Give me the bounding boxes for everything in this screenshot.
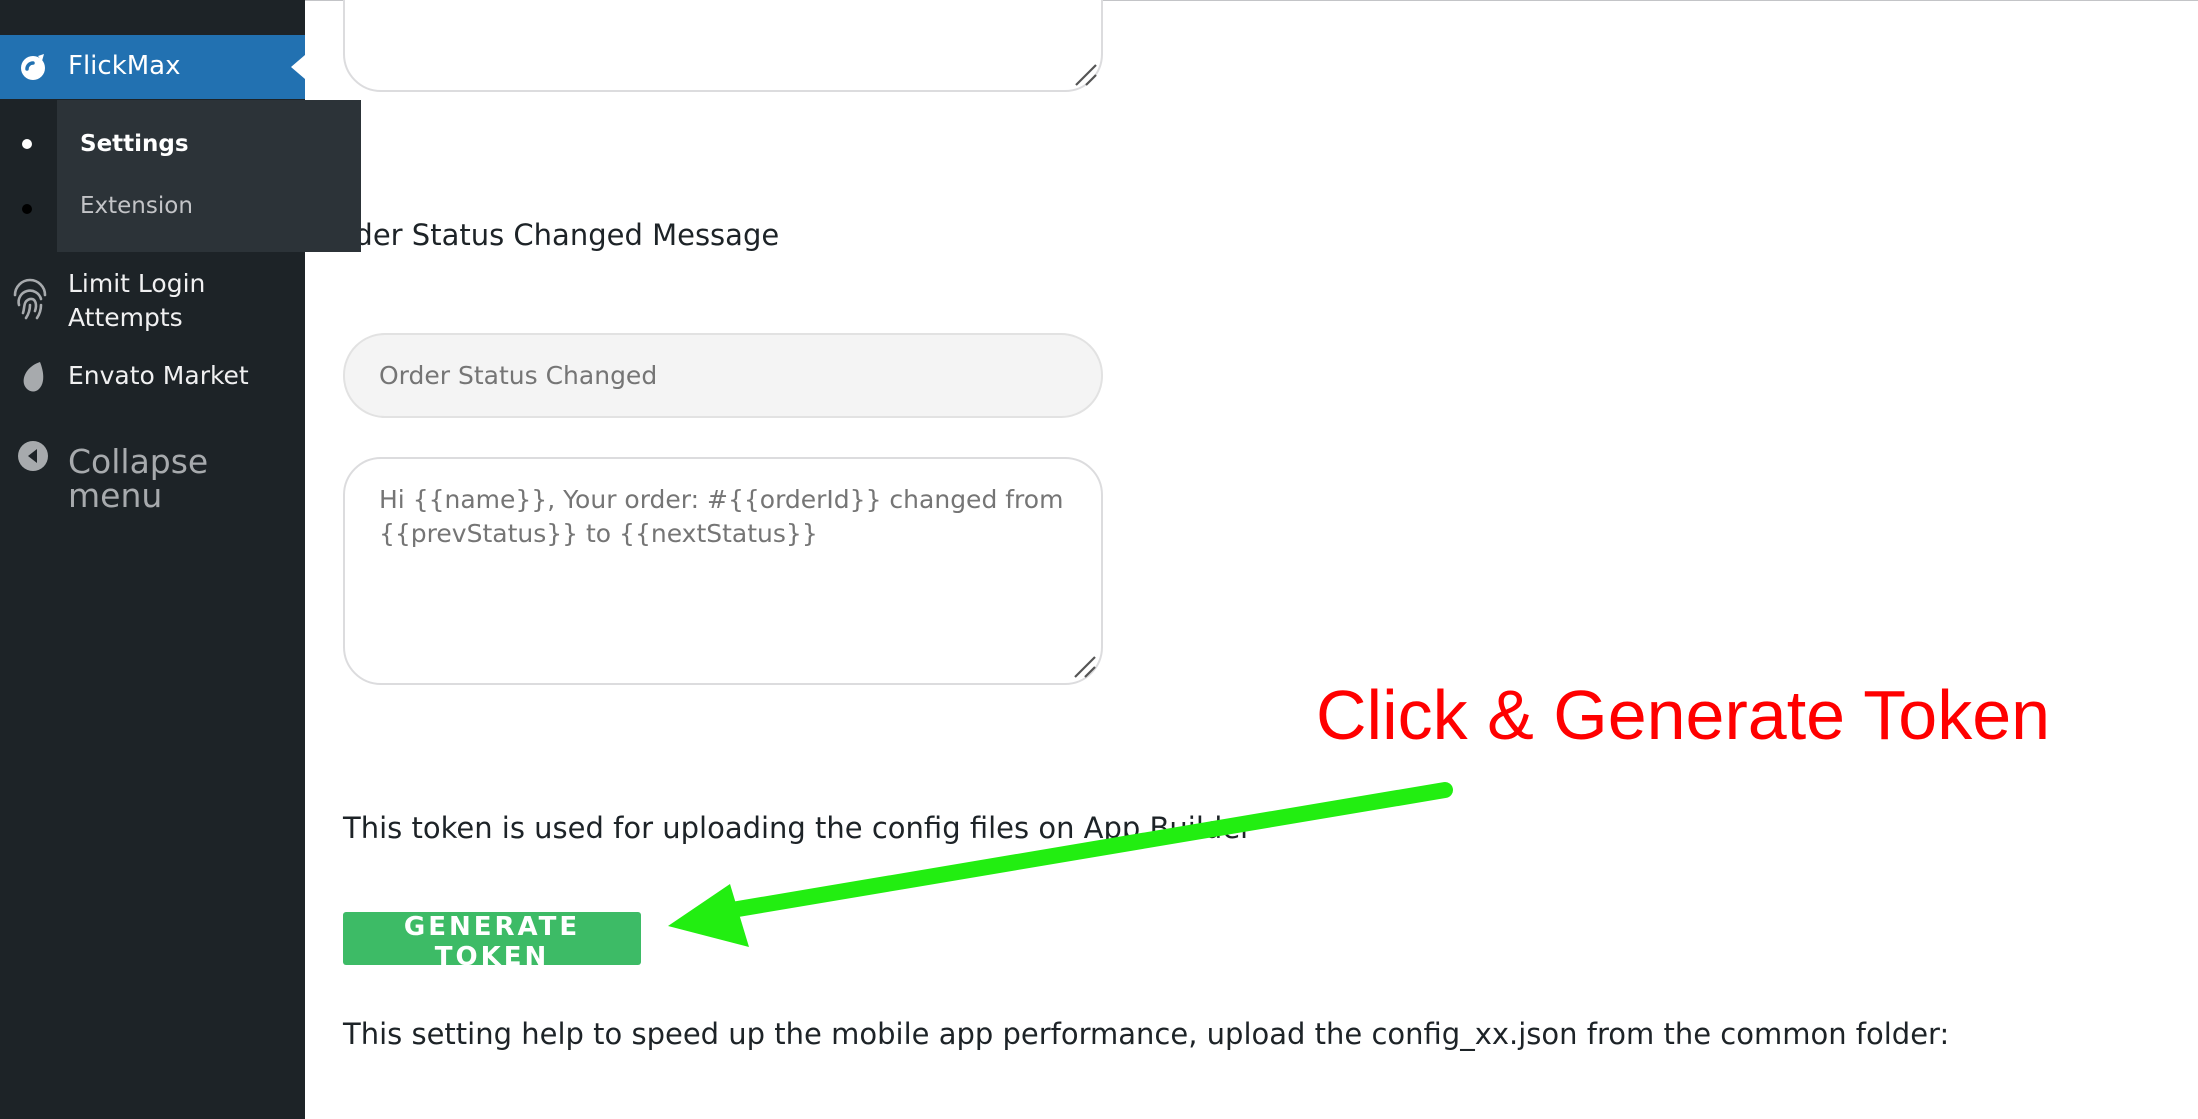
submenu-item-settings[interactable]: Settings <box>80 131 189 157</box>
submenu-item-extension[interactable]: Extension <box>80 193 193 219</box>
flickmax-submenu: Settings Extension <box>57 100 361 252</box>
